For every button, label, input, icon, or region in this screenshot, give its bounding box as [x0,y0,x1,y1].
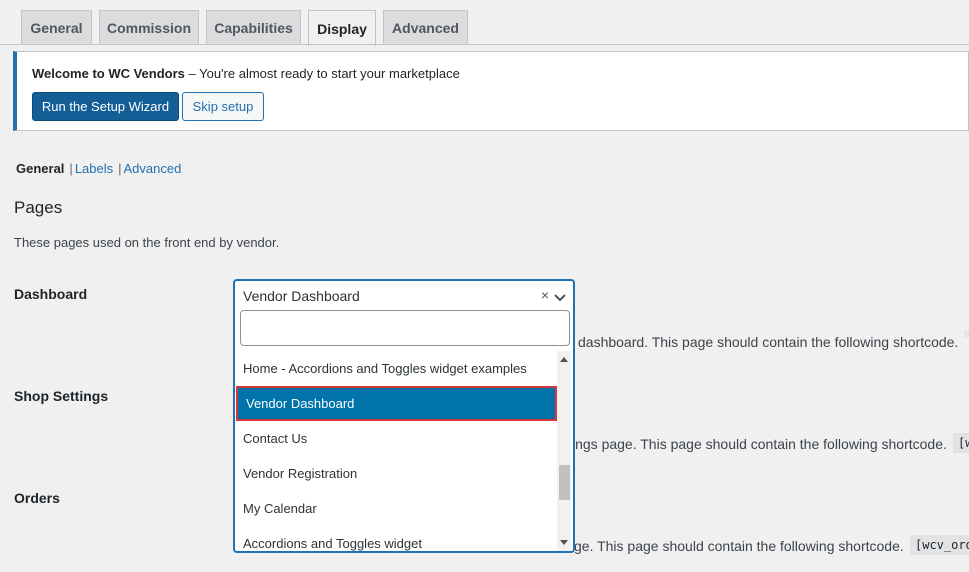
close-icon[interactable]: × [541,287,549,303]
setup-notice: Welcome to WC Vendors – You're almost re… [13,51,969,131]
select-search-input[interactable] [240,310,570,346]
scrollbar-thumb[interactable] [559,465,570,500]
tab-general[interactable]: General [21,10,92,44]
subnav-current-general[interactable]: General [16,161,64,176]
notice-message: You're almost ready to start your market… [199,66,460,81]
field-label-dashboard: Dashboard [14,286,88,302]
tab-display[interactable]: Display [308,10,376,46]
select-header[interactable]: Vendor Dashboard × [235,281,573,311]
notice-text: Welcome to WC Vendors – You're almost re… [32,66,460,81]
subnav-separator: | [69,161,73,176]
option-my-calendar[interactable]: My Calendar [235,491,557,526]
sub-navigation: General | Labels | Advanced [16,161,181,176]
options-scrollbar[interactable] [557,351,571,551]
tab-capabilities[interactable]: Capabilities [206,10,301,44]
section-description: These pages used on the front end by ven… [14,235,280,250]
option-vendor-dashboard[interactable]: Vendor Dashboard [236,386,557,421]
chevron-down-icon[interactable] [554,290,566,302]
tab-commission[interactable]: Commission [99,10,199,44]
notice-title: Welcome to WC Vendors [32,66,185,81]
tabs-divider [0,44,969,45]
tab-advanced[interactable]: Advanced [383,10,468,44]
skip-setup-button[interactable]: Skip setup [182,92,264,121]
scroll-down-arrow-icon[interactable] [560,540,568,545]
dashboard-page-select[interactable]: Vendor Dashboard × Home - Accordions and… [233,279,575,553]
field-help-dashboard: dashboard. This page should contain the … [578,334,959,350]
field-help-orders: ge. This page should contain the followi… [574,538,904,554]
select-value: Vendor Dashboard [243,288,360,304]
option-vendor-registration[interactable]: Vendor Registration [235,456,557,491]
option-contact-us[interactable]: Contact Us [235,421,557,456]
field-code-dashboard [964,331,969,337]
section-title: Pages [14,198,63,217]
field-code-orders: [wcv_ord [910,535,969,555]
field-code-shop-settings: [w [953,433,969,453]
options-list: Home - Accordions and Toggles widget exa… [235,351,557,551]
subnav-link-advanced[interactable]: Advanced [124,161,182,176]
field-help-shop-settings: ings page. This page should contain the … [572,436,947,452]
option-accordions-toggles-widget[interactable]: Accordions and Toggles widget [235,526,557,551]
option-home-accordions[interactable]: Home - Accordions and Toggles widget exa… [235,351,557,386]
run-setup-wizard-button[interactable]: Run the Setup Wizard [32,92,179,121]
notice-dash: – [184,66,200,81]
scroll-up-arrow-icon[interactable] [560,357,568,362]
field-label-shop-settings: Shop Settings [14,388,109,404]
subnav-link-labels[interactable]: Labels [75,161,113,176]
subnav-separator: | [118,161,122,176]
field-label-orders: Orders [14,490,60,506]
